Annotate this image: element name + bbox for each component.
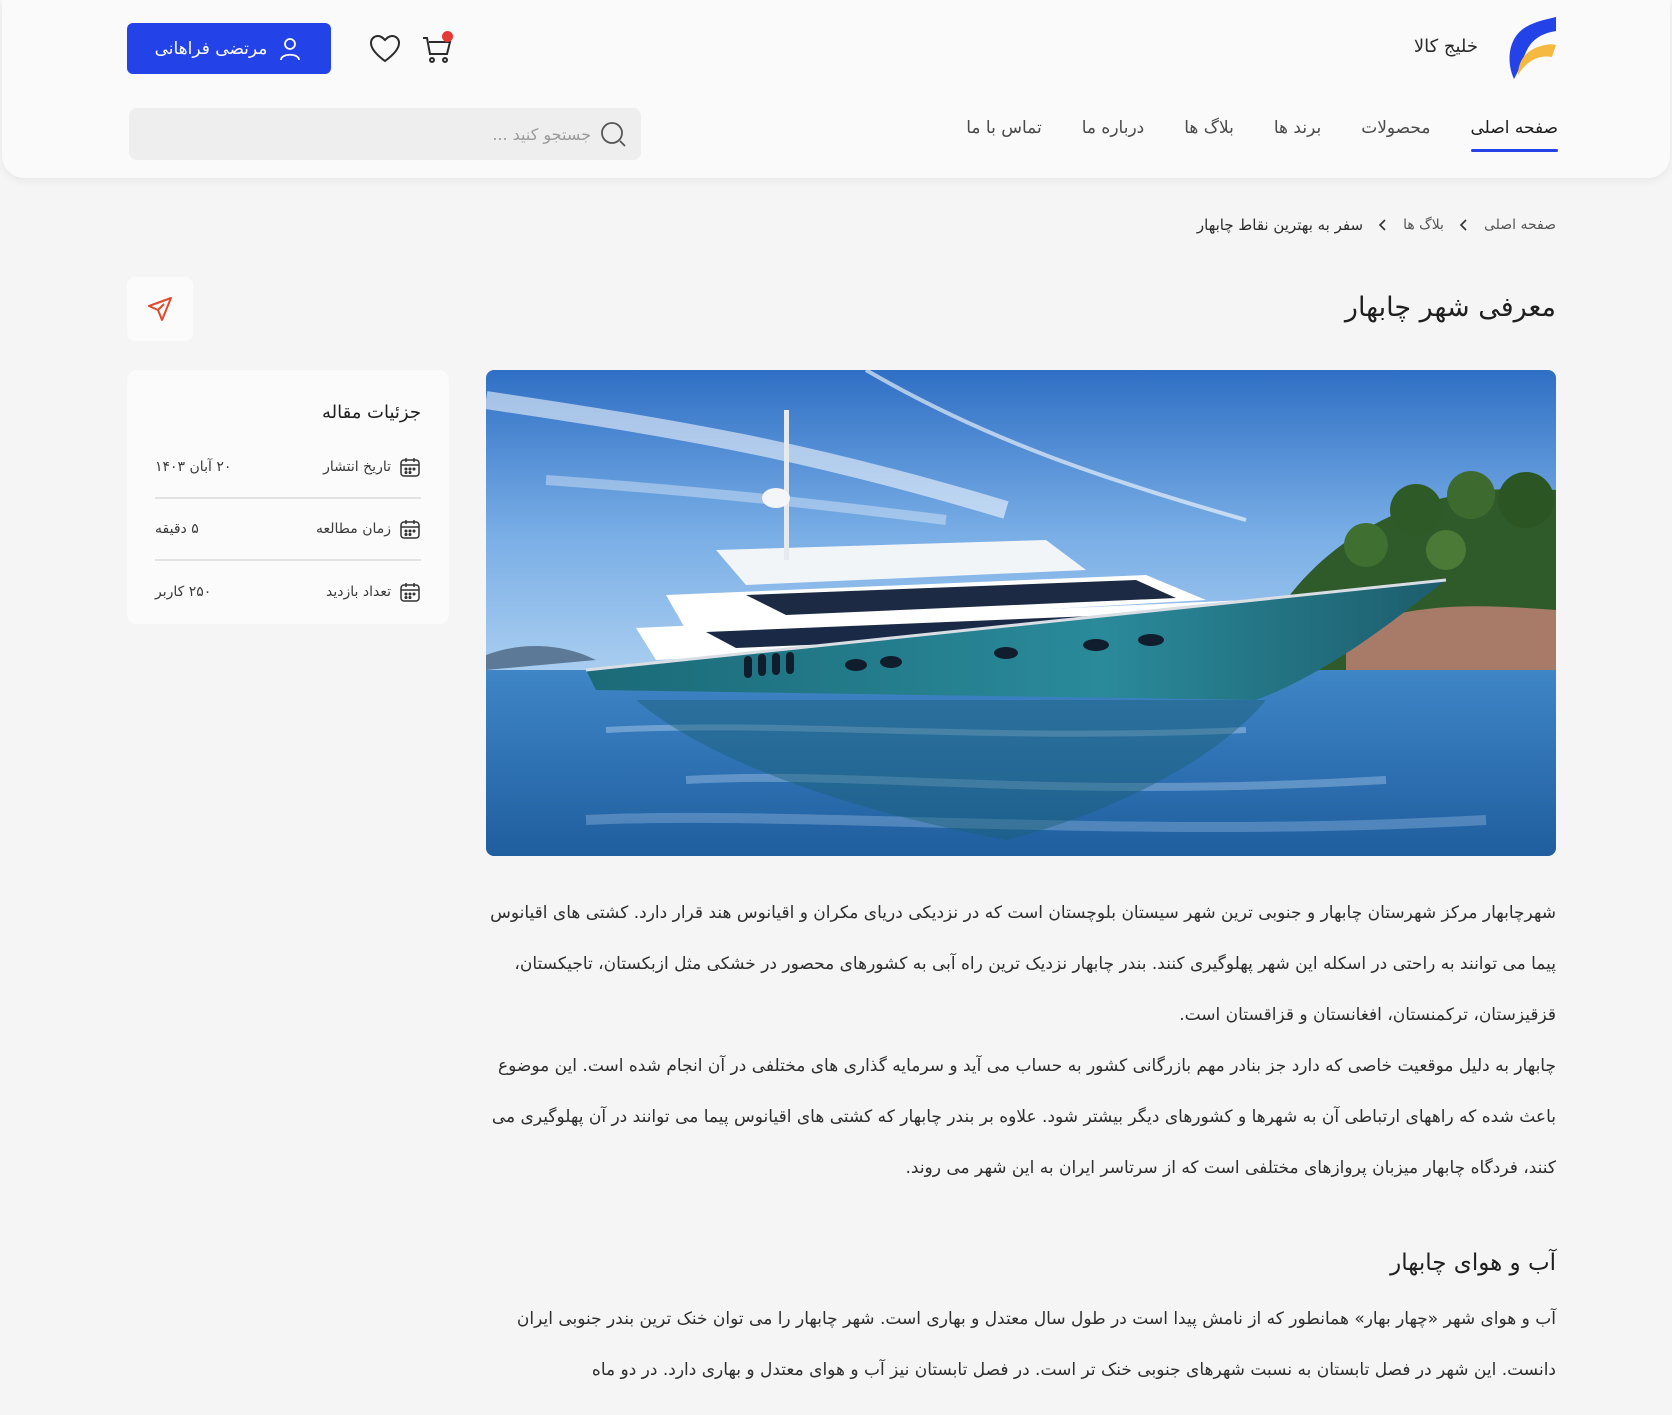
user-icon — [280, 37, 301, 60]
calendar-icon — [400, 520, 420, 539]
detail-row-reading-time: زمان مطالعه ۵ دقیقه — [155, 499, 421, 561]
send-icon — [148, 297, 172, 321]
user-name: مرتضی فراهانی — [154, 38, 268, 59]
calendar-icon — [400, 458, 420, 477]
nav-item-contact[interactable]: تماس با ما — [966, 118, 1042, 152]
article-body: شهرچابهار مرکز شهرستان چابهار و جنوبی تر… — [486, 888, 1556, 1194]
nav-item-about[interactable]: درباره ما — [1082, 118, 1145, 152]
article-body-continued: آب و هوای شهر «چهار بهار» همانطور که از … — [486, 1294, 1556, 1396]
main-nav: صفحه اصلی محصولات برند ها بلاگ ها درباره… — [966, 118, 1559, 152]
search-input[interactable] — [171, 124, 591, 144]
article-paragraph: آب و هوای شهر «چهار بهار» همانطور که از … — [516, 1309, 1556, 1380]
yacht-photo — [486, 370, 1556, 856]
chevron-left-icon — [1378, 219, 1386, 231]
breadcrumb-current: سفر به بهترین نقاط چابهار — [1196, 216, 1364, 234]
cart-badge — [442, 31, 453, 42]
article-paragraph: شهرچابهار مرکز شهرستان چابهار و جنوبی تر… — [490, 903, 1556, 1025]
detail-value: ۲۵۰ کاربر — [155, 584, 212, 600]
details-title: جزئیات مقاله — [321, 402, 421, 423]
detail-label: تعداد بازدید — [326, 584, 391, 600]
page-title: معرفی شهر چابهار — [1344, 292, 1556, 323]
breadcrumb-home[interactable]: صفحه اصلی — [1484, 217, 1556, 233]
article-details-card: جزئیات مقاله تاریخ انتشار ۲۰ آبان ۱۴۰۳ ز… — [127, 370, 449, 624]
nav-item-products[interactable]: محصولات — [1361, 118, 1430, 152]
user-account-button[interactable]: مرتضی فراهانی — [127, 23, 331, 74]
cart-button[interactable] — [420, 31, 454, 66]
favorites-button[interactable] — [368, 32, 402, 66]
nav-item-home[interactable]: صفحه اصلی — [1470, 118, 1559, 152]
heart-icon — [369, 34, 401, 63]
breadcrumb: صفحه اصلی بلاگ ها سفر به بهترین نقاط چاب… — [1197, 216, 1556, 234]
detail-row-publish-date: تاریخ انتشار ۲۰ آبان ۱۴۰۳ — [155, 437, 421, 499]
site-header: خلیج کالا مرتضی فراهانی صفحه اصلی محصولا… — [2, 0, 1670, 178]
hero-image — [486, 370, 1556, 856]
calendar-icon — [400, 583, 420, 602]
section-title: آب و هوای چابهار — [1390, 1250, 1556, 1276]
nav-item-blogs[interactable]: بلاگ ها — [1184, 118, 1234, 152]
detail-value: ۵ دقیقه — [155, 521, 199, 537]
detail-label: تاریخ انتشار — [323, 459, 391, 475]
article-paragraph: چابهار به دلیل موقعیت خاصی که دارد جز بن… — [491, 1056, 1556, 1178]
detail-label: زمان مطالعه — [315, 521, 391, 537]
detail-value: ۲۰ آبان ۱۴۰۳ — [155, 459, 232, 475]
share-button[interactable] — [127, 277, 193, 341]
chevron-left-icon — [1459, 219, 1467, 231]
search-icon[interactable] — [599, 120, 627, 148]
search-bar — [129, 108, 641, 160]
breadcrumb-blogs[interactable]: بلاگ ها — [1403, 217, 1444, 233]
nav-item-brands[interactable]: برند ها — [1274, 118, 1321, 152]
brand-name[interactable]: خلیج کالا — [1414, 36, 1478, 57]
logo-icon[interactable] — [1496, 17, 1556, 79]
detail-row-views: تعداد بازدید ۲۵۰ کاربر — [155, 561, 421, 623]
